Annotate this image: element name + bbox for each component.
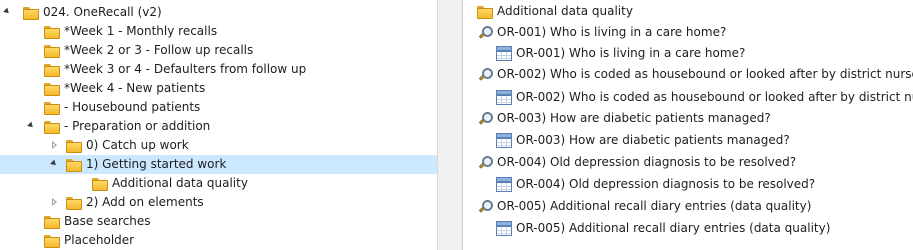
list-item-label: OR-005) Additional recall diary entries … xyxy=(516,221,831,235)
tree-row-week4[interactable]: *Week 4 - New patients xyxy=(0,79,437,98)
search-icon xyxy=(477,111,493,127)
report-grid-icon xyxy=(496,46,512,61)
list-item[interactable]: OR-004) Old depression diagnosis to be r… xyxy=(463,153,913,172)
report-grid-icon xyxy=(496,90,512,105)
pane-splitter[interactable] xyxy=(437,0,463,250)
tree-row-onerecall[interactable]: 024. OneRecall (v2) xyxy=(0,3,437,22)
list-item-label: OR-002) Who is coded as housebound or lo… xyxy=(516,90,913,104)
tree-label: *Week 2 or 3 - Follow up recalls xyxy=(64,43,254,57)
list-item[interactable]: OR-002) Who is coded as housebound or lo… xyxy=(463,88,913,107)
list-item-label: OR-004) Old depression diagnosis to be r… xyxy=(497,155,797,169)
tree-row-housebound[interactable]: - Housebound patients xyxy=(0,98,437,117)
folder-icon xyxy=(44,82,60,96)
report-grid-icon xyxy=(496,177,512,192)
collapse-arrow-icon[interactable] xyxy=(27,117,37,136)
tree-label: 1) Getting started work xyxy=(86,157,227,171)
tree-label: *Week 1 - Monthly recalls xyxy=(64,24,218,38)
tree-label: 024. OneRecall (v2) xyxy=(43,5,162,19)
collapse-arrow-icon[interactable] xyxy=(3,3,13,22)
tree-row-week1[interactable]: *Week 1 - Monthly recalls xyxy=(0,22,437,41)
folder-icon xyxy=(44,215,60,229)
collapse-arrow-icon[interactable] xyxy=(50,155,60,174)
contents-list-pane[interactable]: Additional data quality OR-001) Who is l… xyxy=(463,0,913,250)
tree-label: Placeholder xyxy=(64,233,135,247)
folder-icon xyxy=(44,63,60,77)
folder-icon xyxy=(92,177,108,191)
search-icon xyxy=(477,199,493,215)
list-item-label: OR-003) How are diabetic patients manage… xyxy=(516,133,790,147)
tree-row-base-searches[interactable]: Base searches xyxy=(0,212,437,231)
tree-label: *Week 3 or 4 - Defaulters from follow up xyxy=(64,62,307,76)
tree-label: Additional data quality xyxy=(112,176,248,190)
folder-icon xyxy=(44,120,60,134)
list-item-label: OR-004) Old depression diagnosis to be r… xyxy=(516,177,816,191)
list-item[interactable]: OR-001) Who is living in a care home? xyxy=(463,44,913,63)
expand-arrow-icon[interactable] xyxy=(50,193,60,212)
tree-row-add-on[interactable]: 2) Add on elements xyxy=(0,193,437,212)
list-item-label: OR-001) Who is living in a care home? xyxy=(497,25,727,39)
tree-row-week3or4[interactable]: *Week 3 or 4 - Defaulters from follow up xyxy=(0,60,437,79)
list-item[interactable]: OR-002) Who is coded as housebound or lo… xyxy=(463,65,913,84)
tree-label: Base searches xyxy=(64,214,151,228)
folder-icon xyxy=(66,158,82,172)
list-item[interactable]: OR-005) Additional recall diary entries … xyxy=(463,219,913,238)
tree-label: - Housebound patients xyxy=(64,100,201,114)
tree-label: 0) Catch up work xyxy=(86,138,189,152)
list-item-label: OR-003) How are diabetic patients manage… xyxy=(497,111,771,125)
list-item-label: OR-001) Who is living in a care home? xyxy=(516,46,746,60)
folder-tree-pane[interactable]: 024. OneRecall (v2) *Week 1 - Monthly re… xyxy=(0,0,437,250)
tree-row-preparation[interactable]: - Preparation or addition xyxy=(0,117,437,136)
expand-arrow-icon[interactable] xyxy=(50,136,60,155)
tree-row-placeholder[interactable]: Placeholder xyxy=(0,231,437,250)
search-icon xyxy=(477,155,493,171)
list-item[interactable]: Additional data quality xyxy=(463,2,913,21)
list-item[interactable]: OR-003) How are diabetic patients manage… xyxy=(463,131,913,150)
folder-icon xyxy=(66,196,82,210)
folder-icon xyxy=(44,234,60,248)
tree-label: *Week 4 - New patients xyxy=(64,81,206,95)
tree-row-additional-data-quality[interactable]: Additional data quality xyxy=(0,174,437,193)
folder-icon xyxy=(66,139,82,153)
list-item-label: OR-005) Additional recall diary entries … xyxy=(497,199,812,213)
list-item[interactable]: OR-005) Additional recall diary entries … xyxy=(463,197,913,216)
list-item[interactable]: OR-003) How are diabetic patients manage… xyxy=(463,109,913,128)
tree-label: 2) Add on elements xyxy=(86,195,204,209)
tree-row-week2or3[interactable]: *Week 2 or 3 - Follow up recalls xyxy=(0,41,437,60)
folder-icon xyxy=(44,25,60,39)
folder-icon xyxy=(477,5,493,19)
report-grid-icon xyxy=(496,133,512,148)
report-grid-icon xyxy=(496,221,512,236)
list-item-label: Additional data quality xyxy=(497,4,633,18)
tree-row-getting-started[interactable]: 1) Getting started work xyxy=(0,155,437,174)
search-icon xyxy=(477,67,493,83)
folder-icon xyxy=(23,6,39,20)
folder-icon xyxy=(44,101,60,115)
search-icon xyxy=(477,25,493,41)
list-item-label: OR-002) Who is coded as housebound or lo… xyxy=(497,67,913,81)
folder-icon xyxy=(44,44,60,58)
tree-row-catch-up[interactable]: 0) Catch up work xyxy=(0,136,437,155)
list-item[interactable]: OR-001) Who is living in a care home? xyxy=(463,23,913,42)
tree-label: - Preparation or addition xyxy=(64,119,211,133)
list-item[interactable]: OR-004) Old depression diagnosis to be r… xyxy=(463,175,913,194)
